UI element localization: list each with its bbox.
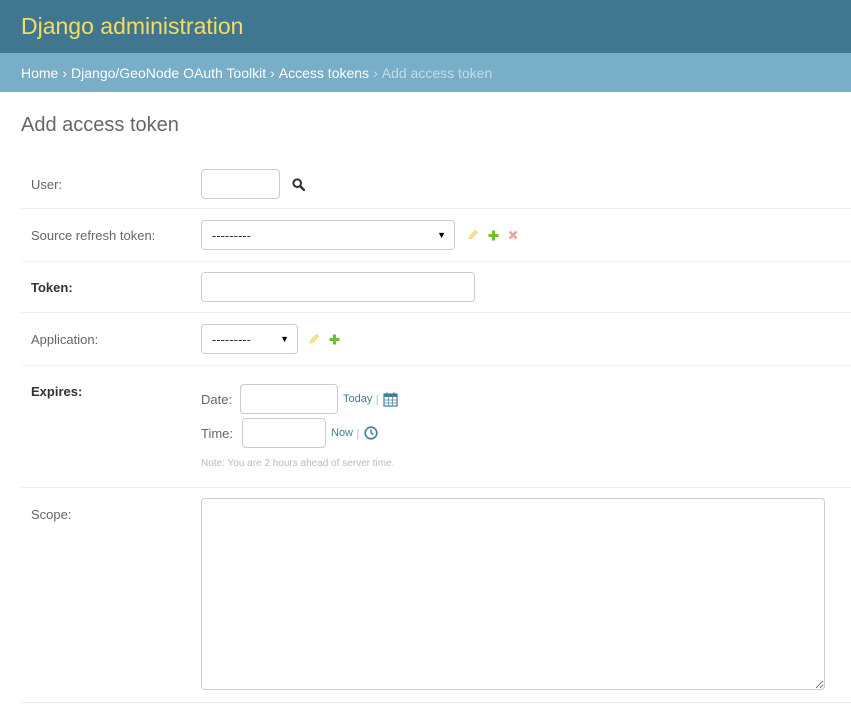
pipe-separator: | xyxy=(375,392,380,406)
expires-time-group: Time: Now | xyxy=(201,418,398,448)
search-icon[interactable] xyxy=(288,174,308,194)
calendar-icon[interactable] xyxy=(382,389,398,409)
breadcrumb: Home › Django/GeoNode OAuth Toolkit › Ac… xyxy=(0,53,851,92)
x-icon[interactable] xyxy=(503,225,523,245)
user-field xyxy=(201,169,308,199)
now-link[interactable]: Now xyxy=(331,427,353,439)
time-label: Time: xyxy=(201,425,234,441)
form-row-token: Token: xyxy=(21,262,851,313)
pipe-separator: | xyxy=(356,426,360,440)
source-refresh-token-label: Source refresh token: xyxy=(31,227,156,243)
page-title: Add access token xyxy=(21,114,179,136)
pencil-icon[interactable] xyxy=(463,225,483,245)
content: Add access token User: Source refresh to… xyxy=(0,92,851,703)
scope-field xyxy=(201,498,825,690)
plus-icon[interactable] xyxy=(483,225,503,245)
chevron-down-icon: ▼ xyxy=(280,334,289,344)
source-refresh-token-select[interactable]: --------- ▼ xyxy=(201,220,455,250)
breadcrumb-separator: › xyxy=(373,64,378,81)
plus-icon[interactable] xyxy=(324,329,344,349)
breadcrumb-model[interactable]: Access tokens xyxy=(279,65,369,81)
application-selected: --------- xyxy=(212,331,251,347)
form-row-expires: Expires: Date: Today | Time: Now | Note:… xyxy=(21,366,851,488)
scope-textarea[interactable] xyxy=(201,498,825,690)
breadcrumb-current: Add access token xyxy=(381,64,493,81)
site-header: Django administration xyxy=(0,0,851,53)
site-name[interactable]: Django administration xyxy=(21,13,243,40)
form-row-scope: Scope: xyxy=(21,488,851,703)
token-label: Token: xyxy=(31,279,73,295)
breadcrumb-separator: › xyxy=(270,64,275,81)
user-label: User: xyxy=(31,176,63,192)
pencil-icon[interactable] xyxy=(304,329,324,349)
time-input[interactable] xyxy=(242,418,326,448)
token-field xyxy=(201,272,475,302)
application-select[interactable]: --------- ▼ xyxy=(201,324,298,354)
chevron-down-icon: ▼ xyxy=(437,230,446,240)
date-input[interactable] xyxy=(240,384,338,414)
breadcrumb-separator: › xyxy=(62,64,68,81)
form-row-application: Application: --------- ▼ xyxy=(21,313,851,366)
date-label: Date: xyxy=(201,391,233,407)
form-row-source-refresh-token: Source refresh token: --------- ▼ xyxy=(21,209,851,262)
source-refresh-token-selected: --------- xyxy=(212,227,251,243)
expires-date-group: Date: Today | xyxy=(201,384,398,414)
expires-field: Date: Today | Time: Now | Note: You are … xyxy=(201,384,398,469)
token-input[interactable] xyxy=(201,272,475,302)
application-field: --------- ▼ xyxy=(201,324,344,354)
breadcrumb-home[interactable]: Home xyxy=(21,65,58,81)
expires-label: Expires: xyxy=(31,384,83,399)
timezone-note: Note: You are 2 hours ahead of server ti… xyxy=(201,458,395,469)
scope-label: Scope: xyxy=(31,507,72,522)
clock-icon[interactable] xyxy=(363,423,379,443)
breadcrumb-app[interactable]: Django/GeoNode OAuth Toolkit xyxy=(71,65,266,81)
user-input[interactable] xyxy=(201,169,280,199)
source-refresh-token-field: --------- ▼ xyxy=(201,220,523,250)
today-link[interactable]: Today xyxy=(343,393,372,405)
application-label: Application: xyxy=(31,331,99,347)
form-row-user: User: xyxy=(21,160,851,209)
